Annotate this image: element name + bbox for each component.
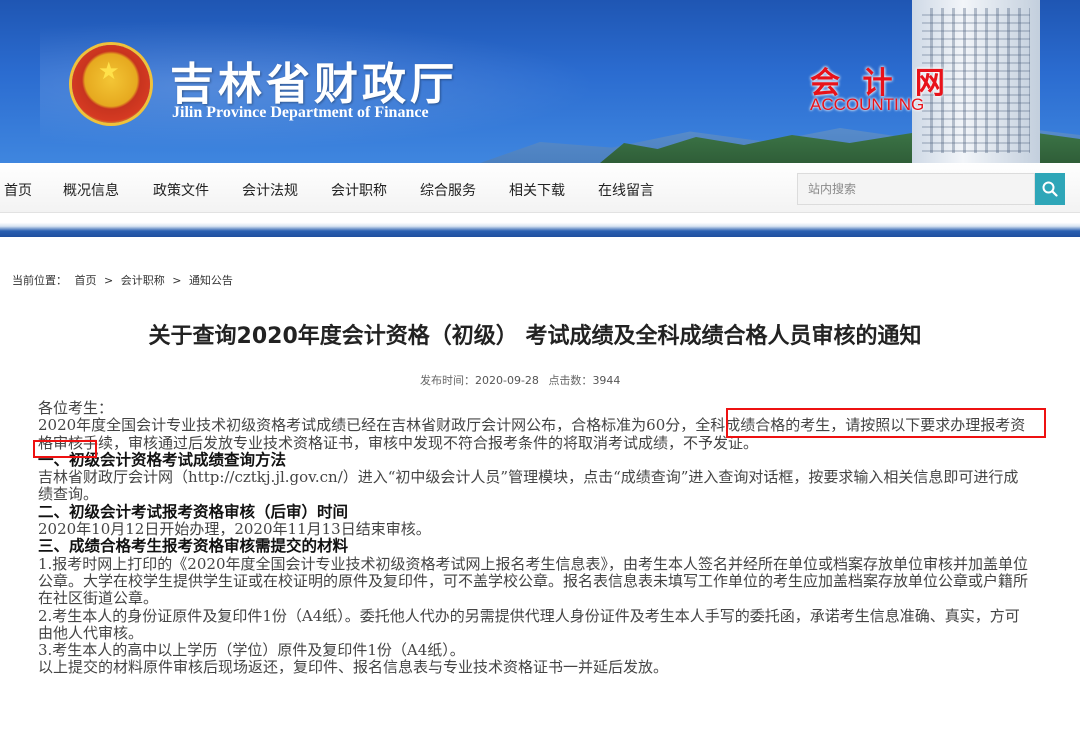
nav-item-messages[interactable]: 在线留言 bbox=[598, 180, 654, 200]
highlight-box bbox=[33, 440, 97, 458]
main-nav: 首页 概况信息 政策文件 会计法规 会计职称 综合服务 相关下载 在线留言 bbox=[0, 163, 1080, 213]
search-input[interactable] bbox=[797, 173, 1035, 205]
article-title: 关于查询2020年度会计资格（初级） 考试成绩及全科成绩合格人员审核的通知 bbox=[148, 324, 922, 349]
breadcrumb-separator: > bbox=[172, 274, 182, 287]
nav-item-titles[interactable]: 会计职称 bbox=[331, 180, 387, 200]
section-heading: 一、初级会计资格考试成绩查询方法 bbox=[38, 450, 287, 469]
nav-item-regulations[interactable]: 会计法规 bbox=[242, 180, 298, 200]
breadcrumb-home[interactable]: 首页 bbox=[75, 274, 97, 287]
section-heading: 三、成绩合格考生报考资格审核需提交的材料 bbox=[38, 537, 349, 556]
paragraph: 3.考生本人的高中以上学历（学位）原件及复印件1份（A4纸）。 bbox=[38, 641, 465, 660]
search-icon bbox=[1042, 181, 1058, 197]
article-meta: 发布时间：2020-09-28 点击数：3944 bbox=[420, 372, 626, 388]
nav-item-policy[interactable]: 政策文件 bbox=[153, 180, 209, 200]
national-emblem-icon: ★ bbox=[72, 45, 150, 123]
search-button[interactable] bbox=[1035, 173, 1065, 205]
paragraph: 1.报考时网上打印的《2020年度全国会计专业技术初级资格考试网上报名考生信息表… bbox=[38, 554, 1029, 608]
paragraph: 2020年10月12日开始办理，2020年11月13日结束审核。 bbox=[38, 520, 431, 539]
nav-item-services[interactable]: 综合服务 bbox=[420, 180, 476, 200]
nav-item-home[interactable]: 首页 bbox=[4, 180, 32, 200]
brand-accounting-en: ACCOUNTING bbox=[810, 95, 925, 114]
click-count: 3944 bbox=[592, 374, 621, 387]
breadcrumb-label: 当前位置： bbox=[12, 274, 67, 287]
nav-item-downloads[interactable]: 相关下载 bbox=[509, 180, 565, 200]
site-title: 吉林省财政厅 bbox=[170, 59, 458, 110]
nav-item-overview[interactable]: 概况信息 bbox=[63, 180, 119, 200]
breadcrumb: 当前位置： 首页 > 会计职称 > 通知公告 bbox=[12, 272, 237, 288]
site-banner: ★ 吉林省财政厅 Jilin Province Department of Fi… bbox=[0, 0, 1080, 163]
nav-decoration-band bbox=[0, 213, 1080, 237]
article-body: 各位考生： 2020年度全国会计专业技术初级资格考试成绩已经在吉林省财政厅会计网公… bbox=[38, 399, 1033, 677]
breadcrumb-notices[interactable]: 通知公告 bbox=[189, 274, 233, 287]
section-heading: 二、初级会计考试报考资格审核（后审）时间 bbox=[38, 502, 349, 521]
publish-time: 2020-09-28 bbox=[475, 374, 539, 387]
click-count-label: 点击数： bbox=[548, 374, 593, 387]
publish-time-label: 发布时间： bbox=[420, 374, 475, 387]
paragraph: 以上提交的材料原件审核后现场返还，复印件、报名信息表与专业技术资格证书一并延后发… bbox=[38, 658, 669, 677]
breadcrumb-separator: > bbox=[104, 274, 114, 287]
site-subtitle: Jilin Province Department of Finance bbox=[172, 104, 429, 121]
breadcrumb-titles[interactable]: 会计职称 bbox=[121, 274, 165, 287]
paragraph: 吉林省财政厅会计网（http://cztkj.jl.gov.cn/）进入“初中级… bbox=[38, 468, 1019, 504]
highlight-box bbox=[726, 408, 1046, 438]
paragraph: 2.考生本人的身份证原件及复印件1份（A4纸）。委托他人代办的另需提供代理人身份… bbox=[38, 606, 1020, 642]
